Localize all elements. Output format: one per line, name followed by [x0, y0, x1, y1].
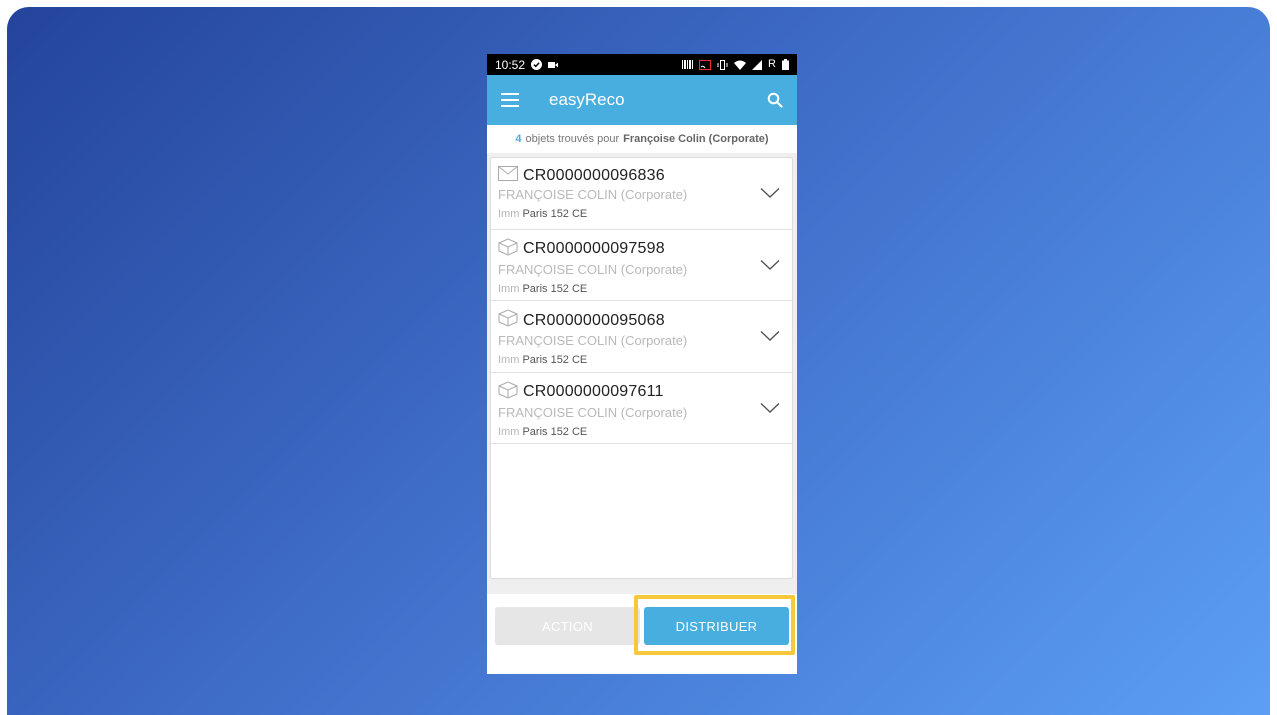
- package-icon: [498, 380, 518, 404]
- content-area: 4 objets trouvés pour Françoise Colin (C…: [487, 125, 797, 674]
- item-reference: CR0000000095068: [523, 311, 665, 329]
- item-location: Imm Paris 152 CE: [498, 282, 588, 295]
- item-recipient: FRANÇOISE COLIN (Corporate): [498, 333, 688, 348]
- list-item[interactable]: CR0000000097611 FRANÇOISE COLIN (Corpora…: [491, 373, 792, 444]
- signal-icon: [752, 59, 763, 70]
- list-item[interactable]: CR0000000095068 FRANÇOISE COLIN (Corpora…: [491, 301, 792, 373]
- app-bar: easyReco: [487, 75, 797, 125]
- check-circle-icon: [531, 59, 543, 70]
- phone-screen: 10:52 R easyReco 4 objets trouvés pour F…: [487, 54, 797, 674]
- results-count: 4: [515, 133, 522, 145]
- status-bar: 10:52 R: [487, 54, 797, 75]
- menu-icon[interactable]: [501, 89, 523, 111]
- item-location: Imm Paris 152 CE: [498, 354, 588, 366]
- item-reference: CR0000000097598: [523, 240, 665, 257]
- results-summary: 4 objets trouvés pour Françoise Colin (C…: [487, 125, 797, 153]
- action-button[interactable]: ACTION: [495, 607, 640, 645]
- app-title: easyReco: [549, 90, 625, 109]
- chevron-down-icon[interactable]: [760, 186, 780, 198]
- barcode-icon: [682, 60, 694, 69]
- wifi-icon: [734, 60, 747, 70]
- item-reference: CR0000000096836: [523, 167, 665, 184]
- package-icon: [498, 237, 518, 261]
- results-person: Françoise Colin (Corporate): [623, 133, 769, 145]
- status-time: 10:52: [495, 57, 526, 72]
- item-location: Imm Paris 152 CE: [498, 425, 588, 438]
- tutorial-background: 10:52 R easyReco 4 objets trouvés pour F…: [7, 7, 1270, 715]
- item-reference: CR0000000097611: [523, 383, 664, 400]
- cast-icon: [699, 59, 712, 70]
- roaming-icon: R: [768, 58, 776, 70]
- item-location: Imm Paris 152 CE: [498, 208, 588, 220]
- object-list: CR0000000096836 FRANÇOISE COLIN (Corpora…: [490, 157, 793, 579]
- list-item[interactable]: CR0000000096836 FRANÇOISE COLIN (Corpora…: [491, 158, 792, 230]
- envelope-icon: [498, 166, 518, 186]
- chevron-down-icon[interactable]: [760, 401, 780, 413]
- chevron-down-icon[interactable]: [760, 258, 780, 270]
- package-icon: [498, 309, 518, 332]
- item-recipient: FRANÇOISE COLIN (Corporate): [498, 261, 688, 277]
- results-label: objets trouvés pour: [525, 133, 620, 145]
- search-icon[interactable]: [765, 90, 785, 110]
- item-recipient: FRANÇOISE COLIN (Corporate): [498, 187, 688, 202]
- item-recipient: FRANÇOISE COLIN (Corporate): [498, 404, 688, 420]
- distribuer-highlight-frame: [634, 595, 795, 655]
- video-icon: [548, 61, 559, 69]
- battery-icon: [782, 59, 789, 70]
- vibrate-icon: [717, 59, 728, 70]
- list-item[interactable]: CR0000000097598 FRANÇOISE COLIN (Corpora…: [491, 230, 792, 301]
- chevron-down-icon[interactable]: [760, 329, 780, 341]
